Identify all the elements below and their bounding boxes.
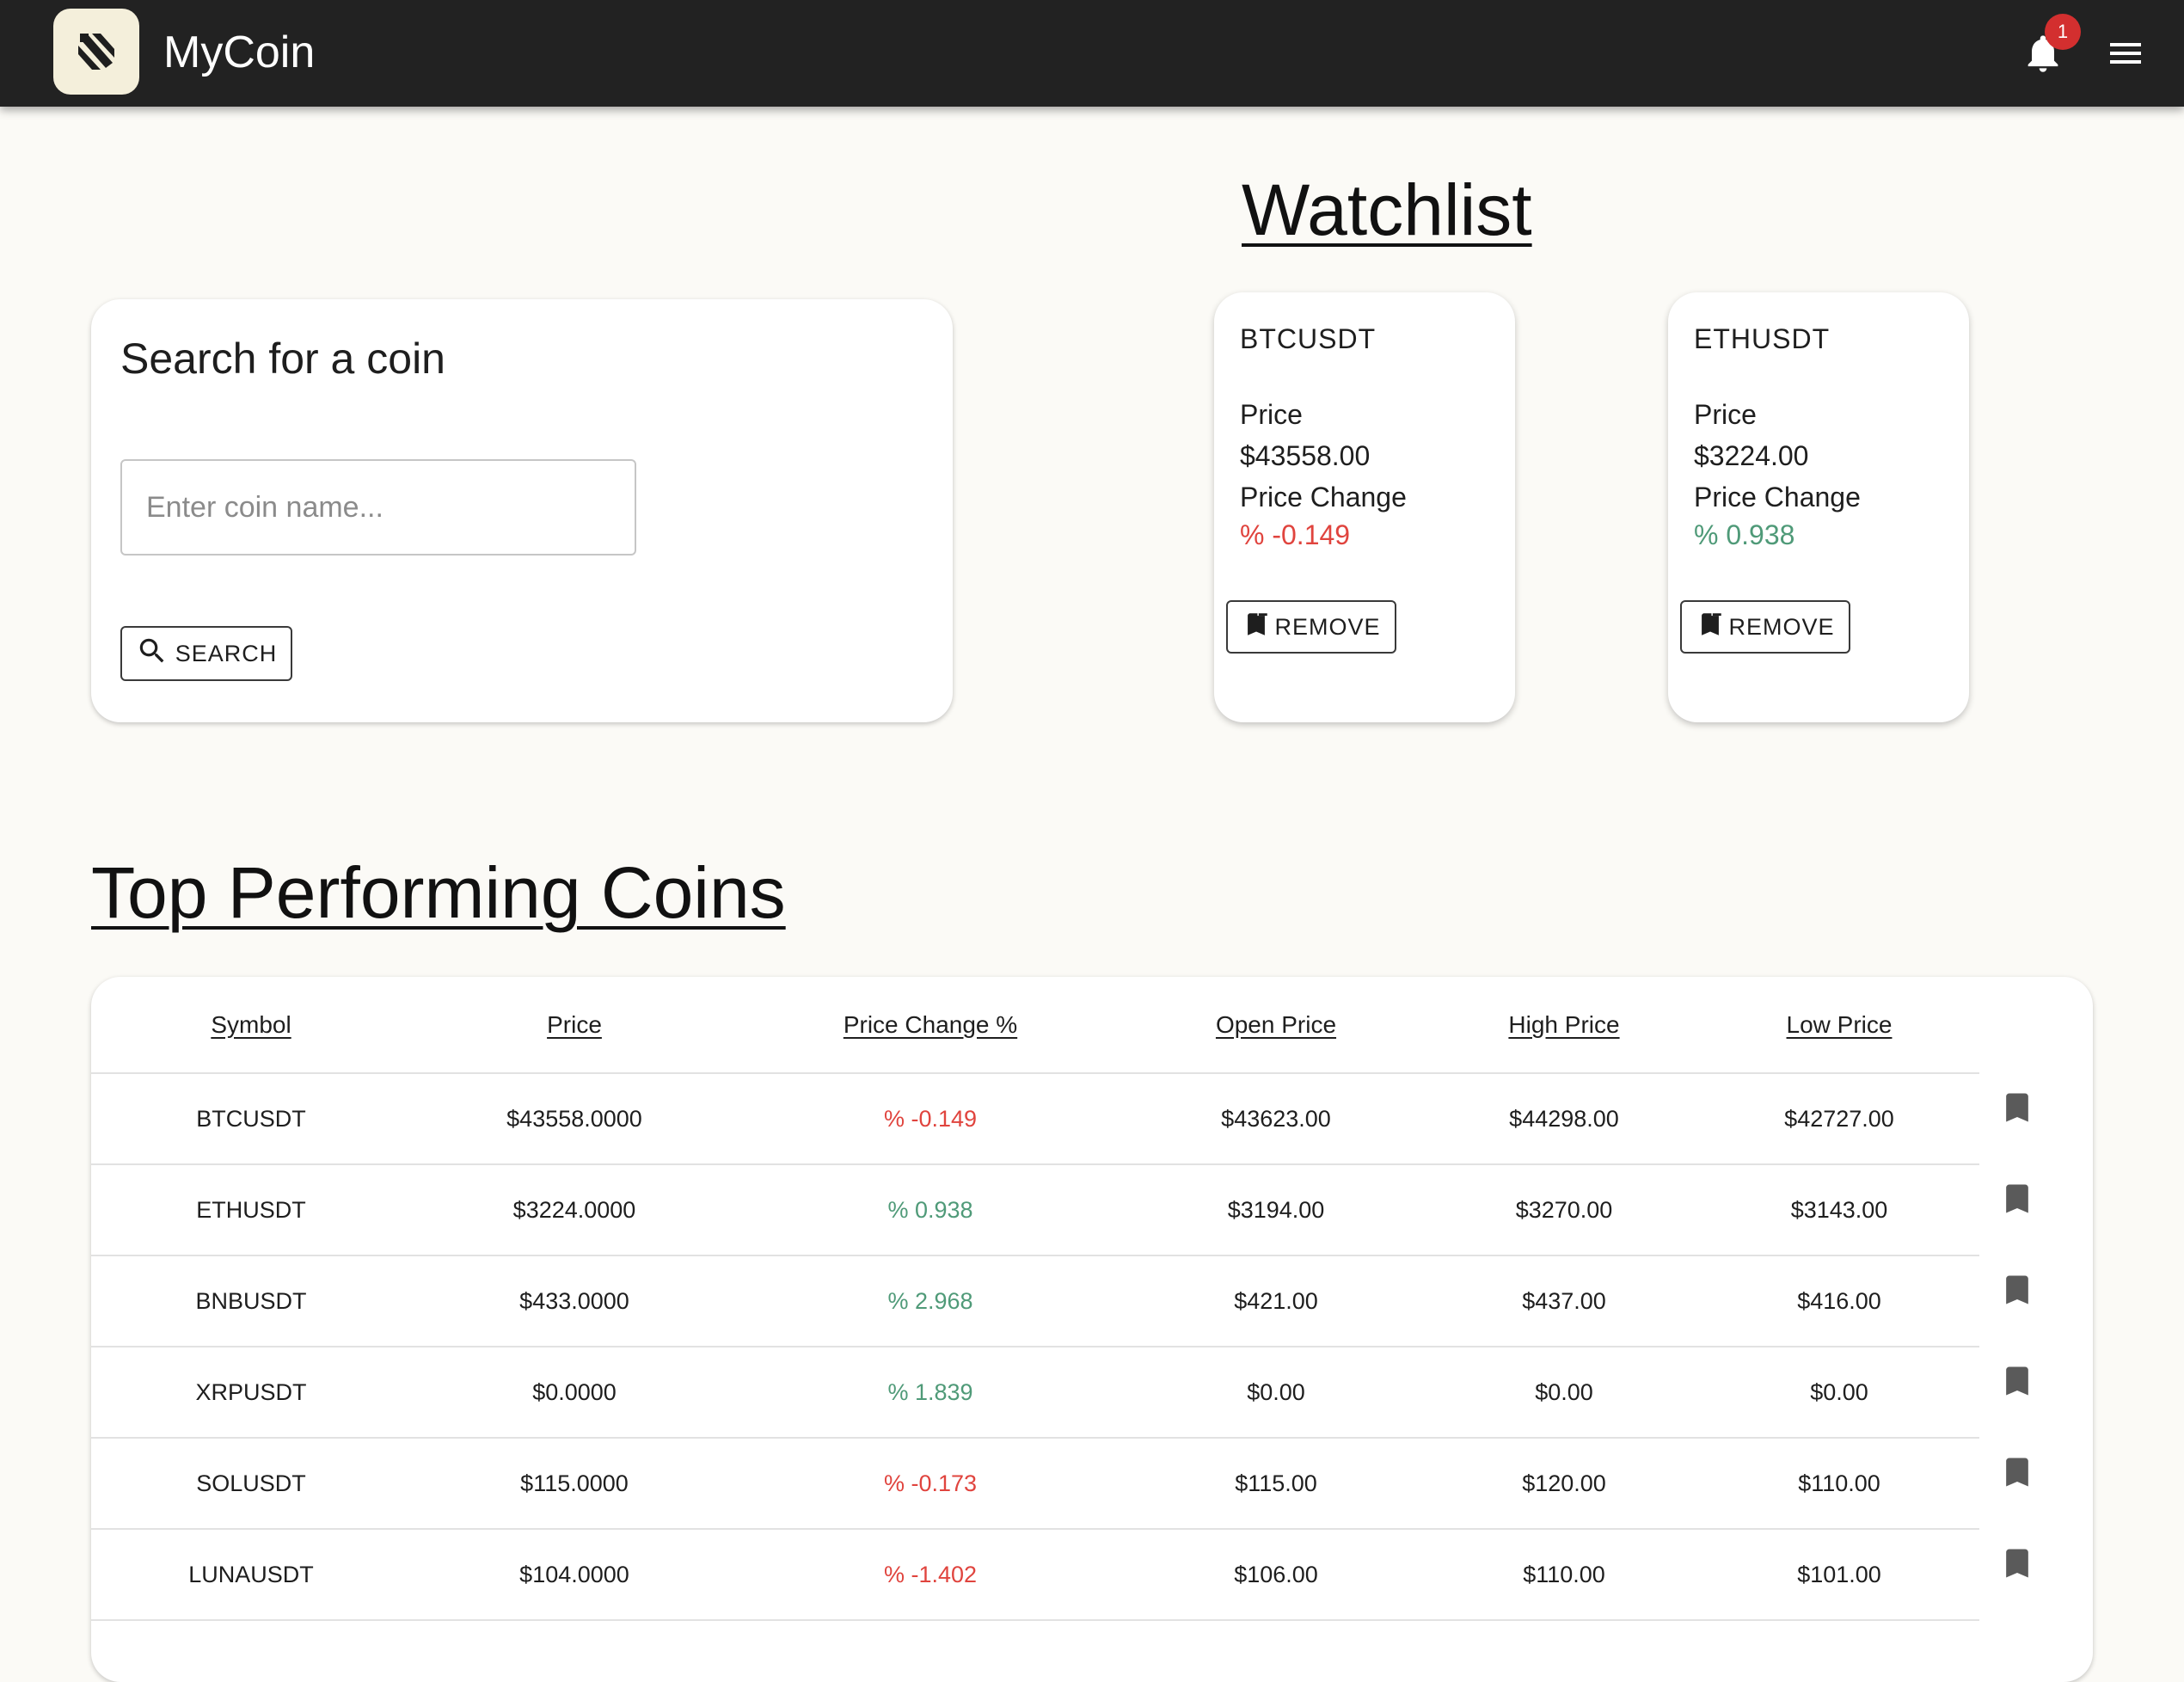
cell-symbol: BNBUSDT	[91, 1255, 411, 1347]
search-title: Search for a coin	[120, 335, 445, 383]
cell-open-price: $421.00	[1123, 1255, 1429, 1347]
table-row[interactable]: XRPUSDT $0.0000 % 1.839 $0.00 $0.00 $0.0…	[91, 1347, 1979, 1439]
table-row[interactable]: BTCUSDT $43558.0000 % -0.149 $43623.00 $…	[91, 1073, 1979, 1165]
remove-from-watchlist-button[interactable]: REMOVE	[1226, 600, 1396, 654]
column-header-symbol[interactable]: Symbol	[91, 977, 411, 1074]
cell-low-price: $0.00	[1699, 1347, 1979, 1439]
column-header-open-price[interactable]: Open Price	[1123, 977, 1429, 1074]
cell-price: $115.0000	[411, 1438, 738, 1530]
watchlist-symbol: BTCUSDT	[1240, 323, 1377, 354]
watchlist-price-label: Price	[1240, 399, 1303, 430]
column-header-low-price[interactable]: Low Price	[1699, 977, 1979, 1074]
watchlist-change: % 0.938	[1694, 519, 1795, 550]
brand-logo-icon[interactable]	[53, 9, 139, 95]
watchlist-card-ethusdt: ETHUSDT Price $3224.00 Price Change % 0.…	[1668, 292, 1969, 722]
watchlist-symbol: ETHUSDT	[1694, 323, 1831, 354]
remove-button-label: REMOVE	[1274, 613, 1381, 640]
cell-open-price: $106.00	[1123, 1529, 1429, 1621]
cell-high-price: $110.00	[1429, 1529, 1699, 1621]
table-row[interactable]: LUNAUSDT $104.0000 % -1.402 $106.00 $110…	[91, 1529, 1979, 1621]
cell-high-price: $44298.00	[1429, 1073, 1699, 1165]
cell-price: $104.0000	[411, 1529, 738, 1621]
top-coins-table-card: Symbol Price Price Change % Open Price H…	[91, 977, 2093, 1682]
cell-symbol: XRPUSDT	[91, 1347, 411, 1439]
cell-open-price: $43623.00	[1123, 1073, 1429, 1165]
app-bar: MyCoin 1	[0, 0, 2184, 107]
cell-price-change: % 2.968	[738, 1255, 1123, 1347]
cell-price-change: % 0.938	[738, 1164, 1123, 1256]
cell-low-price: $110.00	[1699, 1438, 1979, 1530]
watchlist-price: $43558.00	[1240, 440, 1371, 471]
bookmark-icon[interactable]	[1998, 1089, 2040, 1130]
coin-search-input[interactable]	[120, 459, 636, 556]
column-header-price[interactable]: Price	[411, 977, 738, 1074]
cell-symbol: SOLUSDT	[91, 1438, 411, 1530]
app-title[interactable]: MyCoin	[163, 24, 315, 81]
top-coins-heading: Top Performing Coins	[91, 852, 786, 933]
bookmark-icon[interactable]	[1998, 1362, 2040, 1403]
cell-high-price: $120.00	[1429, 1438, 1699, 1530]
bookmark-icon[interactable]	[1998, 1271, 2040, 1312]
watchlist-change: % -0.149	[1240, 519, 1351, 550]
bookmark-icon[interactable]	[1998, 1453, 2040, 1495]
watchlist-price-label: Price	[1694, 399, 1757, 430]
bookmark-icon[interactable]	[1998, 1544, 2040, 1586]
cell-price: $433.0000	[411, 1255, 738, 1347]
cell-high-price: $437.00	[1429, 1255, 1699, 1347]
cell-price-change: % -0.173	[738, 1438, 1123, 1530]
bookmark-icon[interactable]	[1998, 1180, 2040, 1221]
cell-low-price: $101.00	[1699, 1529, 1979, 1621]
cell-symbol: LUNAUSDT	[91, 1529, 411, 1621]
bookmark-remove-icon	[1242, 610, 1271, 645]
watchlist-change-label: Price Change	[1240, 482, 1407, 513]
table-row[interactable]	[91, 1620, 1979, 1682]
cell-price-change: % -1.402	[738, 1529, 1123, 1621]
cell-low-price: $42727.00	[1699, 1073, 1979, 1165]
search-button-label: SEARCH	[175, 640, 278, 666]
cell-open-price: $115.00	[1123, 1438, 1429, 1530]
watchlist-change-label: Price Change	[1694, 482, 1861, 513]
top-coins-table: Symbol Price Price Change % Open Price H…	[91, 977, 1979, 1682]
column-header-high-price[interactable]: High Price	[1429, 977, 1699, 1074]
search-card: Search for a coin SEARCH	[91, 299, 953, 722]
cell-price: $43558.0000	[411, 1073, 738, 1165]
remove-from-watchlist-button[interactable]: REMOVE	[1680, 600, 1850, 654]
hamburger-menu-icon[interactable]	[2105, 33, 2146, 74]
cell-price: $0.0000	[411, 1347, 738, 1439]
cell-high-price: $0.00	[1429, 1347, 1699, 1439]
cell-symbol: BTCUSDT	[91, 1073, 411, 1165]
search-icon	[136, 635, 169, 673]
table-row[interactable]: SOLUSDT $115.0000 % -0.173 $115.00 $120.…	[91, 1438, 1979, 1530]
column-header-price-change[interactable]: Price Change %	[738, 977, 1123, 1074]
watchlist-card-btcusdt: BTCUSDT Price $43558.00 Price Change % -…	[1214, 292, 1515, 722]
table-header-row: Symbol Price Price Change % Open Price H…	[91, 977, 1979, 1074]
remove-button-label: REMOVE	[1728, 613, 1835, 640]
notification-badge: 1	[2045, 14, 2081, 50]
watchlist-heading: Watchlist	[1242, 169, 1532, 250]
cell-symbol: ETHUSDT	[91, 1164, 411, 1256]
bookmark-remove-icon	[1696, 610, 1725, 645]
cell-price-change: % -0.149	[738, 1073, 1123, 1165]
cell-low-price: $416.00	[1699, 1255, 1979, 1347]
search-button[interactable]: SEARCH	[120, 626, 292, 681]
table-row[interactable]: BNBUSDT $433.0000 % 2.968 $421.00 $437.0…	[91, 1255, 1979, 1347]
table-row[interactable]: ETHUSDT $3224.0000 % 0.938 $3194.00 $327…	[91, 1164, 1979, 1256]
cell-open-price: $3194.00	[1123, 1164, 1429, 1256]
cell-price-change: % 1.839	[738, 1347, 1123, 1439]
cell-price: $3224.0000	[411, 1164, 738, 1256]
cell-open-price: $0.00	[1123, 1347, 1429, 1439]
cell-high-price: $3270.00	[1429, 1164, 1699, 1256]
watchlist-price: $3224.00	[1694, 440, 1809, 471]
cell-low-price: $3143.00	[1699, 1164, 1979, 1256]
